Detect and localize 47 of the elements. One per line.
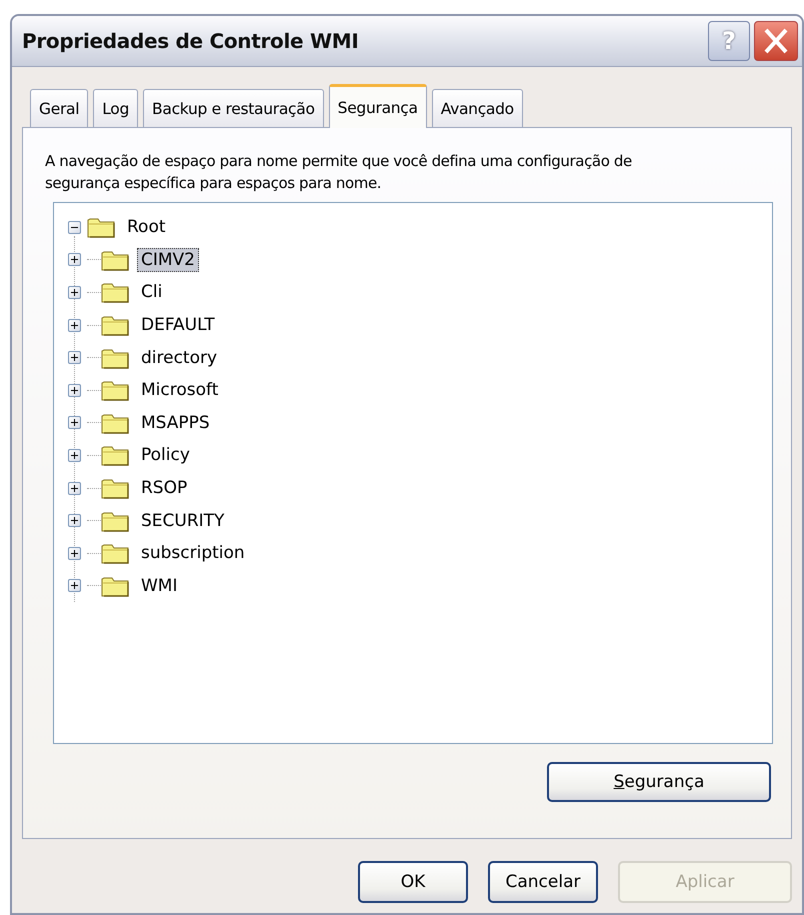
expand-icon[interactable] [68,514,81,528]
expand-icon[interactable] [68,318,81,332]
tree-item[interactable]: SECURITY [137,508,228,533]
folder-icon [101,574,129,597]
tree-item[interactable]: Policy [137,443,194,468]
expand-icon[interactable] [68,482,81,495]
tree-item[interactable]: DEFAULT [137,313,219,338]
tree-item[interactable]: Root [123,215,170,240]
folder-icon [101,346,129,369]
tree-item[interactable]: subscription [137,541,249,566]
expand-icon[interactable] [68,253,81,266]
expand-icon[interactable] [68,448,81,462]
folder-icon [101,281,129,304]
folder-icon [101,379,129,402]
expand-icon[interactable] [68,286,81,299]
tab[interactable]: Geral [30,89,88,127]
ok-button[interactable]: OK [358,861,468,903]
tree-item[interactable]: WMI [137,574,182,598]
tree-item[interactable]: RSOP [137,476,192,500]
folder-icon [101,412,129,434]
tree-item[interactable]: Microsoft [137,378,222,402]
tree-item[interactable]: Cli [137,280,166,304]
folder-icon [101,510,129,532]
tab[interactable]: Log [93,89,138,127]
tree-item[interactable]: CIMV2 [137,248,199,272]
expand-icon[interactable] [68,579,81,592]
collapse-icon[interactable] [68,220,81,234]
security-button[interactable]: Segurança [547,762,771,802]
folder-icon [101,542,129,564]
expand-icon[interactable] [68,416,81,430]
folder-icon [101,477,129,500]
tree-item[interactable]: directory [137,346,222,370]
tab[interactable]: Backup e restauração [143,89,324,127]
tree-item[interactable]: MSAPPS [137,410,214,435]
cancel-button[interactable]: Cancelar [488,861,598,903]
tab[interactable]: Segurança [328,84,427,128]
expand-icon[interactable] [68,384,81,397]
folder-icon [101,248,129,271]
folder-icon [87,216,115,238]
description-text: A navegação de espaço para nome permite que você defina uma configuração de segurança específica para espaços para nome. [45,151,633,194]
expand-icon[interactable] [68,351,81,364]
folder-icon [101,314,129,336]
tab[interactable]: Avançado [432,89,523,127]
expand-icon[interactable] [68,546,81,560]
close-button[interactable] [754,21,798,61]
folder-icon [101,444,129,466]
window-title: Propriedades de Controle WMI [22,29,360,53]
